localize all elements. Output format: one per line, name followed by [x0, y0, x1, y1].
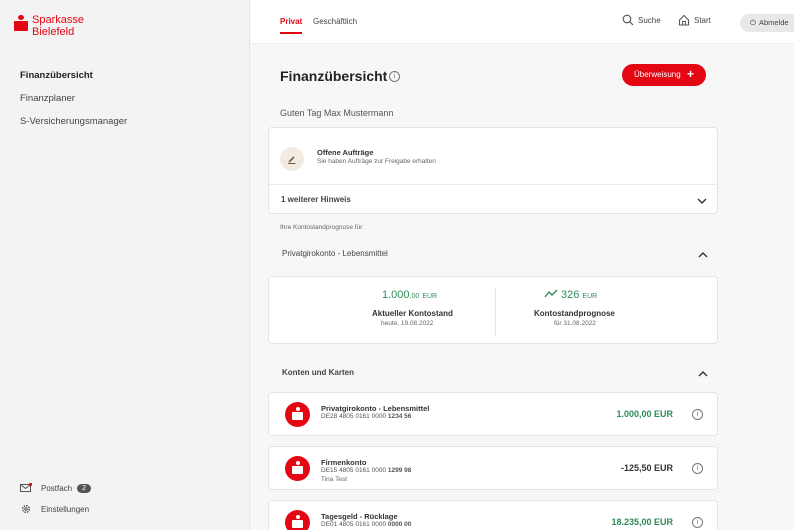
chevron-down-icon[interactable] [697, 198, 707, 204]
divider [269, 184, 717, 185]
logout-label: Abmelde [758, 18, 789, 27]
account-balance: 18.235,00 EUR [611, 517, 673, 527]
open-orders-title[interactable]: Offene Aufträge [317, 148, 373, 157]
info-icon[interactable]: i [692, 463, 703, 474]
settings-link[interactable]: Einstellungen [20, 503, 91, 515]
sidebar-bottom: Postfach 2 Einstellungen [20, 483, 92, 525]
sidebar-nav: Finanzübersicht Finanzplaner S-Versicher… [20, 70, 127, 139]
info-icon[interactable]: i [389, 71, 400, 82]
transfer-label: Überweisung [634, 70, 681, 79]
forecast-amount: 326 EUR [544, 289, 597, 301]
account-iban: DE28 4805 0161 0000 1234 56 [321, 413, 412, 420]
account-card[interactable]: Firmenkonto DE15 4805 0161 0000 1299 98 … [268, 446, 718, 490]
balance-card: 1.000,00 EUR Aktueller Kontostand heute,… [268, 276, 718, 344]
current-balance-amount: 1.000,00 EUR [382, 289, 438, 301]
start-button[interactable]: Start [678, 14, 711, 26]
notifications-card: Offene Aufträge Sie haben Aufträge zur F… [268, 127, 718, 214]
sidebar-item-versicherungsmanager[interactable]: S-Versicherungsmanager [20, 116, 127, 127]
current-balance-date: heute, 19.08.2022 [381, 320, 434, 327]
forecast-label: Kontostandprognose [534, 309, 615, 318]
active-tab-indicator [280, 32, 302, 34]
sparkasse-s-icon [14, 15, 28, 31]
page-title: Finanzübersicht [280, 68, 388, 84]
current-balance-label: Aktueller Kontostand [372, 309, 453, 318]
search-label: Suche [638, 15, 661, 25]
more-hint-toggle[interactable]: 1 weiterer Hinweis [281, 195, 351, 204]
account-balance: 1.000,00 EUR [616, 409, 673, 419]
account-holder: Tina Test [321, 476, 348, 483]
home-icon [678, 14, 690, 26]
gear-icon [22, 505, 30, 513]
greeting: Guten Tag Max Mustermann [280, 108, 394, 118]
vertical-divider [495, 287, 496, 335]
chevron-up-icon[interactable] [698, 371, 708, 377]
main-content: Finanzübersicht i Überweisung + Guten Ta… [268, 58, 720, 530]
open-orders-subtitle: Sie haben Aufträge zur Freigabe erhalten [317, 158, 436, 165]
signature-icon [280, 147, 304, 171]
account-name: Privatgirokonto - Lebensmittel [321, 404, 430, 413]
account-balance: -125,50 EUR [620, 463, 673, 473]
account-iban: DE01 4805 0161 0000 0000 00 [321, 521, 412, 528]
power-icon: ⏻ [750, 18, 756, 27]
account-card[interactable]: Privatgirokonto - Lebensmittel DE28 4805… [268, 392, 718, 436]
account-card[interactable]: Tagesgeld - Rücklage DE01 4805 0161 0000… [268, 500, 718, 530]
sidebar-item-finanzplaner[interactable]: Finanzplaner [20, 93, 127, 104]
account-iban: DE15 4805 0161 0000 1299 98 [321, 467, 412, 474]
brand-line2: Bielefeld [32, 26, 75, 38]
brand-line1: Sparkasse [32, 14, 84, 26]
postfach-link[interactable]: Postfach 2 [20, 483, 92, 493]
search-button[interactable]: Suche [622, 14, 661, 26]
sidebar: Sparkasse Bielefeld Finanzübersicht Fina… [0, 0, 250, 530]
info-icon[interactable]: i [692, 409, 703, 420]
plus-icon: + [686, 67, 694, 81]
sparkasse-s-icon [285, 402, 310, 427]
logout-button[interactable]: ⏻ Abmelde [740, 14, 794, 32]
tab-geschaeftlich[interactable]: Geschäftlich [313, 17, 357, 26]
search-icon [622, 14, 634, 26]
accounts-header-label: Konten und Karten [282, 368, 354, 377]
sidebar-item-finanzuebersicht[interactable]: Finanzübersicht [20, 70, 127, 81]
chevron-up-icon[interactable] [698, 252, 708, 258]
tab-privat[interactable]: Privat [280, 17, 302, 26]
account-name: Tagesgeld - Rücklage [321, 512, 398, 521]
postfach-label: Postfach [41, 483, 73, 493]
trend-icon [544, 289, 558, 298]
forecast-date: für 31.08.2022 [554, 320, 596, 327]
sparkasse-logo[interactable]: Sparkasse Bielefeld [14, 14, 84, 38]
transfer-button[interactable]: Überweisung + [622, 64, 706, 86]
forecast-caption: Ihre Kontostandprognose für [280, 224, 363, 231]
info-icon[interactable]: i [692, 517, 703, 528]
top-bar: Privat Geschäftlich Suche Start ⏻ Abmelde [250, 0, 794, 44]
postfach-count-badge: 2 [77, 483, 92, 493]
account-name: Firmenkonto [321, 458, 367, 467]
settings-label: Einstellungen [41, 504, 90, 514]
title-row: Finanzübersicht i Überweisung + [268, 58, 720, 92]
sparkasse-s-icon [285, 510, 310, 530]
forecast-account-name: Privatgirokonto - Lebensmittel [282, 249, 388, 258]
sparkasse-s-icon [285, 456, 310, 481]
mail-icon [20, 483, 32, 492]
start-label: Start [694, 15, 711, 25]
